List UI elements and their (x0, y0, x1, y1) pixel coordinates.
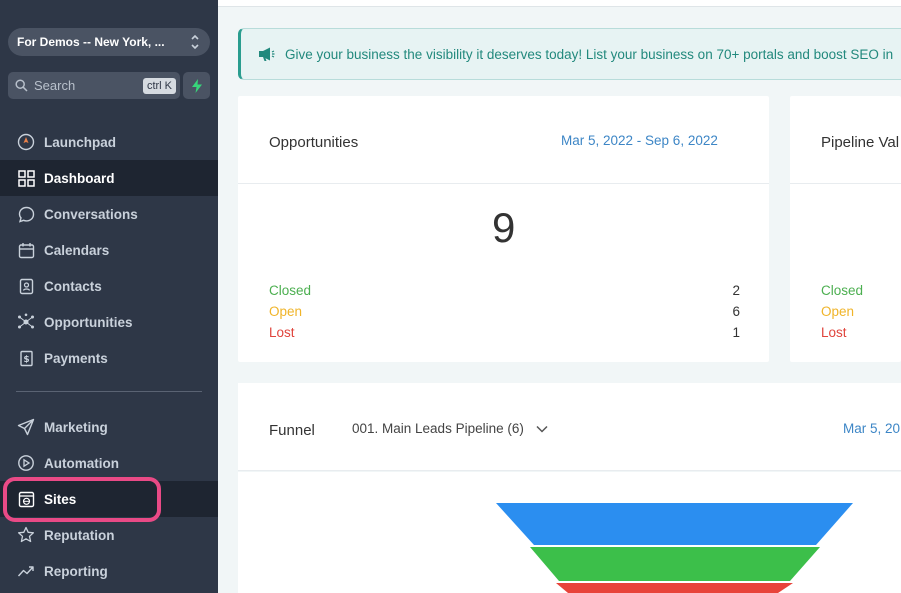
closed-label: Closed (269, 283, 312, 298)
sidebar-item-label: Dashboard (44, 170, 115, 186)
pipeline-value-card: Pipeline Val Closed Open Lost (790, 96, 901, 362)
sidebar-item-label: Payments (44, 350, 108, 366)
opportunities-icon (16, 312, 36, 332)
funnel-title: Funnel (269, 422, 315, 439)
search-placeholder: Search (34, 78, 76, 93)
account-switcher[interactable]: For Demos -- New York, ... (8, 28, 210, 56)
chat-icon (16, 204, 36, 224)
sidebar-item-reputation[interactable]: Reputation (0, 517, 218, 553)
sidebar-item-label: Reputation (44, 527, 115, 543)
funnel-stage-3[interactable] (556, 583, 793, 593)
funnel-card-header: Funnel 001. Main Leads Pipeline (6) Mar … (238, 383, 901, 471)
date-range[interactable]: Mar 5, 2022 - Sep 6, 2022 (561, 133, 718, 148)
top-header-bar (218, 0, 901, 7)
quick-actions-button[interactable] (183, 72, 210, 99)
sidebar-item-label: Contacts (44, 278, 102, 294)
sidebar-item-launchpad[interactable]: Launchpad (0, 124, 218, 160)
lost-label: Lost (821, 325, 847, 340)
chevron-down-icon (536, 425, 548, 433)
sidebar-item-contacts[interactable]: Contacts (0, 268, 218, 304)
contacts-icon (16, 276, 36, 296)
sidebar-item-reporting[interactable]: Reporting (0, 553, 218, 589)
sidebar-item-label: Marketing (44, 419, 108, 435)
sidebar-item-payments[interactable]: $ Payments (0, 340, 218, 376)
open-label: Open (269, 304, 303, 319)
sidebar-item-label: Automation (44, 455, 119, 471)
search-icon (15, 79, 28, 92)
svg-text:$: $ (23, 355, 29, 365)
sites-icon (16, 489, 36, 509)
send-icon (16, 417, 36, 437)
opportunities-card: Opportunities Mar 5, 2022 - Sep 6, 2022 … (238, 96, 769, 362)
banner-text: Give your business the visibility it des… (285, 46, 894, 62)
open-value: 6 (732, 304, 740, 319)
card-title: Opportunities (269, 134, 359, 151)
search-shortcut: ctrl K (142, 78, 176, 94)
lost-label: Lost (269, 325, 295, 340)
closed-label: Closed (821, 283, 864, 298)
sidebar-item-label: Conversations (44, 206, 138, 222)
sidebar-item-conversations[interactable]: Conversations (0, 196, 218, 232)
pipeline-select[interactable]: 001. Main Leads Pipeline (6) (352, 421, 548, 436)
automation-icon (16, 453, 36, 473)
payments-icon: $ (16, 348, 36, 368)
funnel-chart (496, 503, 853, 593)
sidebar-item-automation[interactable]: Automation (0, 445, 218, 481)
sidebar-item-label: Launchpad (44, 134, 117, 150)
sidebar-item-sites[interactable]: Sites (0, 481, 218, 517)
lost-value: 1 (732, 325, 740, 340)
funnel-date-range[interactable]: Mar 5, 20 (843, 421, 900, 436)
funnel-chart-area (238, 472, 901, 593)
rocket-icon (16, 132, 36, 152)
sidebar-item-calendars[interactable]: Calendars (0, 232, 218, 268)
promo-banner[interactable]: Give your business the visibility it des… (238, 28, 901, 80)
sidebar-item-label: Sites (44, 491, 77, 507)
card-title: Pipeline Val (821, 134, 900, 151)
pipeline-select-value: 001. Main Leads Pipeline (6) (352, 421, 524, 436)
sidebar-item-label: Reporting (44, 563, 108, 579)
closed-value: 2 (732, 283, 740, 298)
sidebar: For Demos -- New York, ... Search ctrl K… (0, 0, 218, 593)
total-count: 9 (492, 204, 516, 251)
sidebar-item-label: Opportunities (44, 314, 133, 330)
trend-icon (16, 561, 36, 581)
sidebar-item-marketing[interactable]: Marketing (0, 409, 218, 445)
open-label: Open (821, 304, 855, 319)
sidebar-item-opportunities[interactable]: Opportunities (0, 304, 218, 340)
sidebar-item-label: Calendars (44, 242, 110, 258)
funnel-stage-2[interactable] (530, 547, 820, 581)
star-icon (16, 525, 36, 545)
search-box[interactable]: Search ctrl K (8, 72, 180, 99)
grid-icon (16, 168, 36, 188)
sidebar-divider (16, 391, 202, 392)
sidebar-item-dashboard[interactable]: Dashboard (0, 160, 218, 196)
megaphone-icon (259, 47, 275, 61)
chevron-updown-icon (191, 34, 199, 50)
funnel-stage-1[interactable] (496, 503, 853, 545)
calendar-icon (16, 240, 36, 260)
lightning-icon (191, 78, 202, 93)
account-name: For Demos -- New York, ... (17, 35, 165, 49)
